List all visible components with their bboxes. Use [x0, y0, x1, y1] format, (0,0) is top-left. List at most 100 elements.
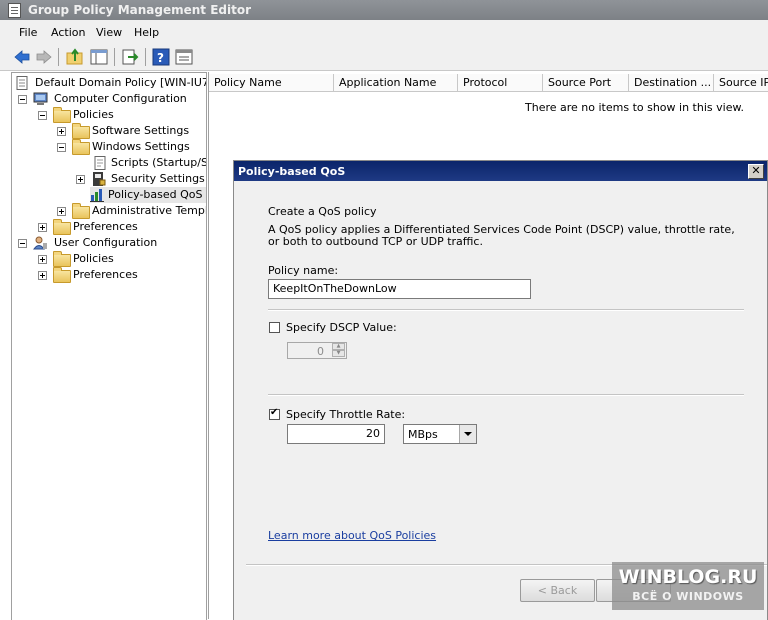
folder-icon: [53, 219, 71, 235]
list-header: Policy Name Application Name Protocol So…: [209, 74, 768, 92]
check-mark-icon: ✔: [270, 407, 279, 418]
watermark-line-1: WINBLOG.RU: [618, 566, 758, 588]
svg-text:?: ?: [157, 51, 164, 65]
dscp-checkbox[interactable]: [269, 322, 280, 333]
watermark-line-2: ВСЁ О WINDOWS: [632, 590, 744, 603]
tree-administrative-templates[interactable]: Administrative Templat: [15, 203, 207, 219]
toolbar-separator: [145, 48, 146, 66]
script-icon: [93, 156, 108, 170]
column-protocol[interactable]: Protocol: [458, 74, 543, 91]
tree-label: Windows Settings: [92, 140, 190, 153]
tree-label: Preferences: [73, 268, 138, 281]
folder-icon: [53, 107, 71, 123]
dscp-label: Specify DSCP Value:: [286, 321, 397, 334]
menu-help[interactable]: Help: [134, 26, 159, 39]
back-button[interactable]: < Back: [520, 579, 595, 602]
collapse-toggle[interactable]: [57, 143, 66, 152]
tree-computer-configuration[interactable]: Computer Configuration: [15, 91, 205, 107]
document-icon: [8, 3, 21, 18]
tree-label: Software Settings: [92, 124, 190, 137]
throttle-unit-dropdown[interactable]: MBps: [403, 424, 477, 444]
folder-icon: [53, 251, 71, 267]
help-icon[interactable]: ?: [152, 48, 170, 66]
menu-file[interactable]: File: [19, 26, 37, 39]
tree-user-configuration[interactable]: User Configuration: [15, 235, 205, 251]
properties-icon[interactable]: [175, 48, 193, 66]
dscp-value: 0: [317, 345, 324, 358]
throttle-unit-value: MBps: [408, 428, 438, 441]
dialog-title-bar: Policy-based QoS ✕: [234, 161, 767, 181]
tree-windows-settings[interactable]: Windows Settings: [15, 139, 205, 155]
spin-up-icon[interactable]: ▲: [332, 343, 345, 350]
tree-label: Preferences: [73, 220, 138, 233]
expand-toggle[interactable]: [38, 271, 47, 280]
dialog-heading: Create a QoS policy: [268, 205, 377, 218]
window-title: Group Policy Management Editor: [28, 3, 252, 17]
folder-icon: [72, 203, 90, 219]
folder-icon: [53, 267, 71, 283]
toolbar-separator: [114, 48, 115, 66]
folder-icon: [72, 139, 90, 155]
tree-scripts[interactable]: Scripts (Startup/Sh: [15, 155, 207, 171]
computer-icon: [33, 92, 48, 106]
expand-toggle[interactable]: [38, 255, 47, 264]
tree-label: Policies: [73, 108, 114, 121]
tree-user-preferences[interactable]: Preferences: [15, 267, 205, 283]
bar-chart-icon: [90, 188, 105, 202]
tree-policies[interactable]: Policies: [15, 107, 205, 123]
throttle-rate-input[interactable]: 20: [287, 424, 385, 444]
tree-label: Security Settings: [111, 172, 205, 185]
throttle-rate-checkbox[interactable]: ✔: [269, 407, 280, 420]
dialog-description-line-2: or both to outbound TCP or UDP traffic.: [268, 235, 483, 248]
collapse-toggle[interactable]: [18, 239, 27, 248]
tree-user-policies[interactable]: Policies: [15, 251, 205, 267]
menu-view[interactable]: View: [96, 26, 122, 39]
tree-software-settings[interactable]: Software Settings: [15, 123, 205, 139]
tree-security-settings[interactable]: Security Settings: [15, 171, 205, 187]
expand-toggle[interactable]: [57, 207, 66, 216]
expand-toggle[interactable]: [76, 175, 85, 184]
dialog-title: Policy-based QoS: [238, 165, 346, 178]
tree-label: Scripts (Startup/Sh: [111, 156, 207, 169]
tree-preferences[interactable]: Preferences: [15, 219, 205, 235]
chevron-down-icon[interactable]: [459, 425, 476, 443]
tree-label: Administrative Templat: [92, 204, 207, 217]
expand-toggle[interactable]: [57, 127, 66, 136]
column-application-name[interactable]: Application Name: [334, 74, 458, 91]
watermark-logo: WINBLOG.RU ВСЁ О WINDOWS: [612, 562, 764, 610]
policy-name-input[interactable]: KeepItOnTheDownLow: [268, 279, 531, 299]
close-button[interactable]: ✕: [748, 164, 764, 179]
menu-action[interactable]: Action: [51, 26, 85, 39]
folder-icon: [72, 123, 90, 139]
user-icon: [33, 236, 48, 250]
tree-label: Policy-based QoS: [108, 188, 203, 201]
collapse-toggle[interactable]: [18, 95, 27, 104]
dscp-value-spinner[interactable]: 0 ▲ ▼: [287, 342, 347, 359]
throttle-rate-label: Specify Throttle Rate:: [286, 408, 406, 421]
tree-label: Policies: [73, 252, 114, 265]
column-source-port[interactable]: Source Port: [543, 74, 629, 91]
tree-policy-based-qos[interactable]: Policy-based QoS: [90, 187, 206, 203]
forward-arrow-icon[interactable]: [35, 48, 53, 66]
back-arrow-icon[interactable]: [13, 48, 31, 66]
show-hide-tree-icon[interactable]: [90, 48, 108, 66]
menu-bar: File Action View Help: [0, 20, 768, 44]
up-folder-icon[interactable]: [66, 48, 84, 66]
tree-label: User Configuration: [54, 236, 158, 249]
collapse-toggle[interactable]: [38, 111, 47, 120]
toolbar-separator: [58, 48, 59, 66]
expand-toggle[interactable]: [38, 223, 47, 232]
tree-label: Computer Configuration: [54, 92, 187, 105]
learn-more-link[interactable]: Learn more about QoS Policies: [268, 529, 436, 542]
column-policy-name[interactable]: Policy Name: [209, 74, 334, 91]
tree-root[interactable]: Default Domain Policy [WIN-IU7JC:: [15, 75, 206, 91]
toolbar: ?: [0, 44, 768, 71]
column-destination[interactable]: Destination ...: [629, 74, 714, 91]
empty-list-message: There are no items to show in this view.: [525, 101, 744, 114]
window-title-bar: Group Policy Management Editor: [0, 0, 768, 20]
export-list-icon[interactable]: [121, 48, 139, 66]
spin-down-icon[interactable]: ▼: [332, 350, 345, 357]
policy-document-icon: [15, 76, 30, 90]
qos-policy-dialog: Policy-based QoS ✕ Create a QoS policy A…: [233, 160, 768, 620]
column-source-ip[interactable]: Source IP: [714, 74, 768, 91]
